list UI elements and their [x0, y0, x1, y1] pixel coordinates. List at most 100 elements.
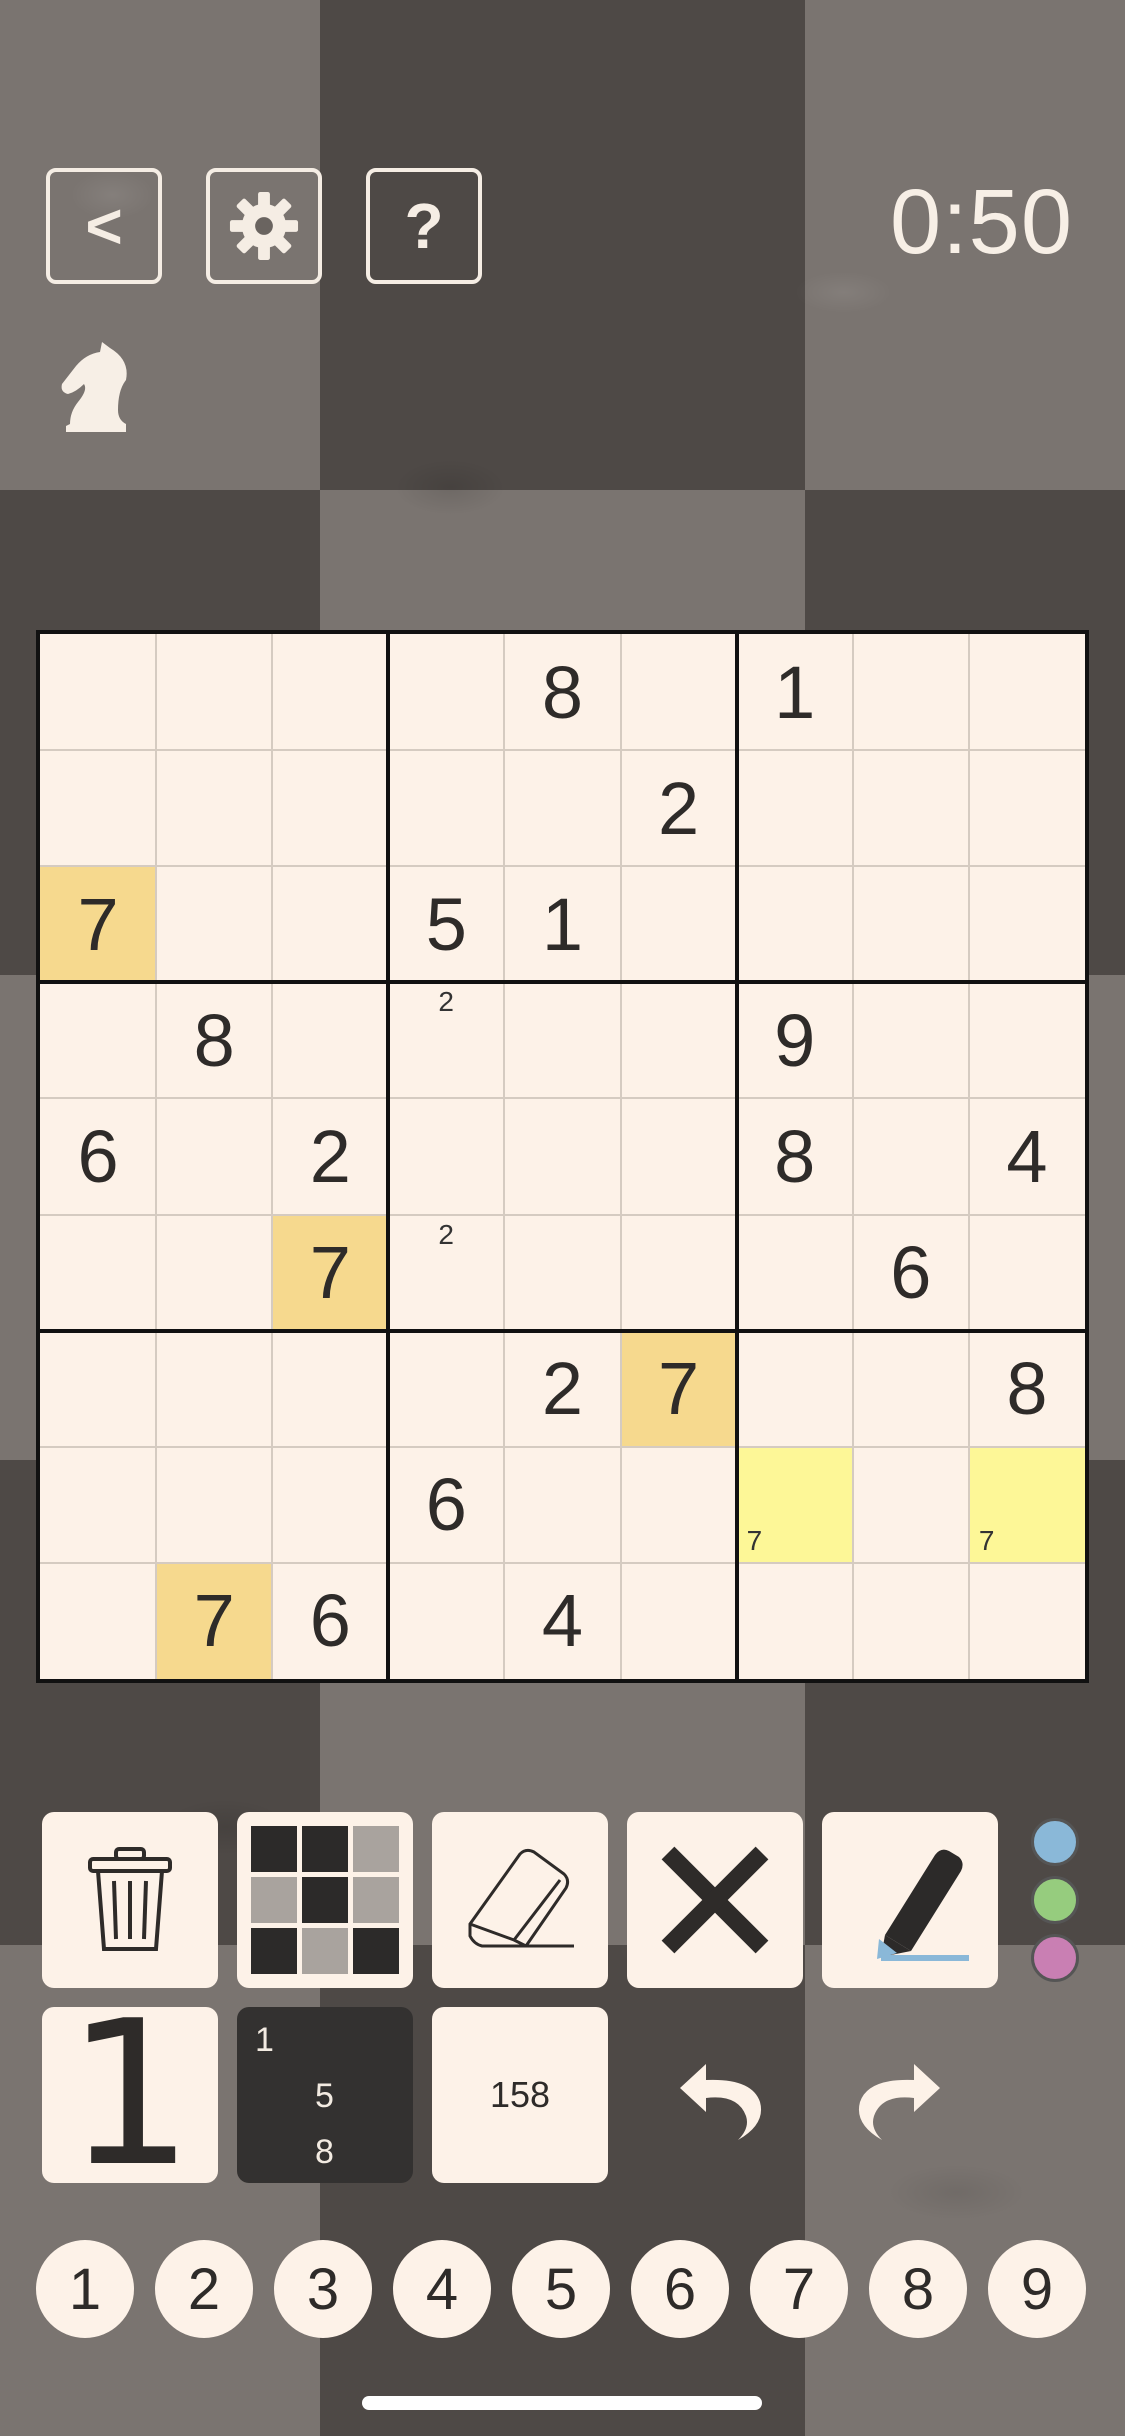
cell-r9-c1[interactable] [40, 1563, 156, 1679]
key-9[interactable]: 9 [988, 2240, 1086, 2338]
key-1[interactable]: 1 [36, 2240, 134, 2338]
cell-r2-c3[interactable] [272, 750, 388, 866]
cell-r1-c2[interactable] [156, 634, 272, 750]
cell-r2-c8[interactable] [853, 750, 969, 866]
cell-r6-c6[interactable] [621, 1215, 737, 1331]
cell-r3-c8[interactable] [853, 866, 969, 982]
help-button[interactable]: ? [366, 168, 482, 284]
cell-r7-c7[interactable] [737, 1331, 853, 1447]
cell-r4-c9[interactable] [969, 982, 1085, 1098]
cell-r3-c6[interactable] [621, 866, 737, 982]
cell-r6-c1[interactable] [40, 1215, 156, 1331]
key-8[interactable]: 8 [869, 2240, 967, 2338]
cell-r9-c7[interactable] [737, 1563, 853, 1679]
undo-button[interactable] [672, 2050, 768, 2151]
cell-r2-c9[interactable] [969, 750, 1085, 866]
cell-r7-c4[interactable] [388, 1331, 504, 1447]
cell-r5-c9[interactable]: 4 [969, 1098, 1085, 1214]
cell-r2-c2[interactable] [156, 750, 272, 866]
cell-r5-c6[interactable] [621, 1098, 737, 1214]
cell-r9-c4[interactable] [388, 1563, 504, 1679]
cell-r4-c1[interactable] [40, 982, 156, 1098]
cell-r4-c6[interactable] [621, 982, 737, 1098]
cell-r2-c1[interactable] [40, 750, 156, 866]
center-marks-mode-button[interactable]: 158 [432, 2007, 608, 2183]
cell-r1-c3[interactable] [272, 634, 388, 750]
cell-r1-c9[interactable] [969, 634, 1085, 750]
cell-r8-c1[interactable] [40, 1447, 156, 1563]
corner-marks-mode-button[interactable]: 1 5 8 [237, 2007, 413, 2183]
cell-r1-c4[interactable] [388, 634, 504, 750]
cell-r8-c8[interactable] [853, 1447, 969, 1563]
cell-r7-c6[interactable]: 7 [620, 1330, 737, 1447]
digit-mode-button[interactable]: 1 [42, 1995, 218, 2195]
color-pink-button[interactable] [1031, 1934, 1079, 1982]
cell-r8-c3[interactable] [272, 1447, 388, 1563]
cell-r5-c7[interactable]: 8 [737, 1098, 853, 1214]
cell-r8-c5[interactable] [504, 1447, 620, 1563]
cell-r5-c3[interactable]: 2 [272, 1098, 388, 1214]
cell-r9-c3[interactable]: 6 [272, 1563, 388, 1679]
settings-button[interactable] [206, 168, 322, 284]
cell-r1-c8[interactable] [853, 634, 969, 750]
cell-r3-c1[interactable]: 7 [40, 866, 157, 983]
cell-r3-c7[interactable] [737, 866, 853, 982]
cell-r7-c2[interactable] [156, 1331, 272, 1447]
cell-r6-c9[interactable] [969, 1215, 1085, 1331]
cell-r4-c3[interactable] [272, 982, 388, 1098]
key-7[interactable]: 7 [750, 2240, 848, 2338]
key-5[interactable]: 5 [512, 2240, 610, 2338]
cell-r8-c9[interactable]: 7 [968, 1446, 1085, 1563]
key-4[interactable]: 4 [393, 2240, 491, 2338]
cell-r4-c8[interactable] [853, 982, 969, 1098]
key-6[interactable]: 6 [631, 2240, 729, 2338]
key-3[interactable]: 3 [274, 2240, 372, 2338]
cell-r7-c8[interactable] [853, 1331, 969, 1447]
home-indicator[interactable] [362, 2396, 762, 2410]
key-2[interactable]: 2 [155, 2240, 253, 2338]
cell-r6-c7[interactable] [737, 1215, 853, 1331]
cell-r3-c9[interactable] [969, 866, 1085, 982]
cell-r5-c1[interactable]: 6 [40, 1098, 156, 1214]
cell-r3-c3[interactable] [272, 866, 388, 982]
pen-mode-button[interactable] [822, 1812, 998, 1988]
cell-r7-c9[interactable]: 8 [969, 1331, 1085, 1447]
cell-r8-c7[interactable]: 7 [736, 1446, 853, 1563]
eraser-button[interactable] [432, 1812, 608, 1988]
cell-r3-c2[interactable] [156, 866, 272, 982]
cell-r6-c5[interactable] [504, 1215, 620, 1331]
color-blue-button[interactable] [1031, 1818, 1079, 1866]
cell-r1-c1[interactable] [40, 634, 156, 750]
cell-r5-c2[interactable] [156, 1098, 272, 1214]
cell-r4-c4[interactable]: 2 [388, 982, 504, 1098]
cell-r2-c4[interactable] [388, 750, 504, 866]
cell-r2-c7[interactable] [737, 750, 853, 866]
cell-r8-c6[interactable] [621, 1447, 737, 1563]
cell-r5-c5[interactable] [504, 1098, 620, 1214]
cell-r6-c3[interactable]: 7 [272, 1214, 389, 1331]
color-green-button[interactable] [1031, 1876, 1079, 1924]
cell-r7-c1[interactable] [40, 1331, 156, 1447]
cell-r1-c5[interactable]: 8 [504, 634, 620, 750]
cell-r7-c5[interactable]: 2 [504, 1331, 620, 1447]
delete-button[interactable] [42, 1812, 218, 1988]
cell-r9-c9[interactable] [969, 1563, 1085, 1679]
cell-r4-c2[interactable]: 8 [156, 982, 272, 1098]
cell-r8-c4[interactable]: 6 [388, 1447, 504, 1563]
cell-r8-c2[interactable] [156, 1447, 272, 1563]
cell-r2-c5[interactable] [504, 750, 620, 866]
cell-r9-c2[interactable]: 7 [156, 1562, 273, 1679]
cross-mark-button[interactable] [627, 1812, 803, 1988]
cell-r1-c6[interactable] [621, 634, 737, 750]
cell-r7-c3[interactable] [272, 1331, 388, 1447]
knight-mode-button[interactable] [56, 340, 136, 441]
redo-button[interactable] [852, 2050, 948, 2151]
cell-r9-c5[interactable]: 4 [504, 1563, 620, 1679]
cell-r9-c6[interactable] [621, 1563, 737, 1679]
cell-r6-c8[interactable]: 6 [853, 1215, 969, 1331]
cell-r6-c2[interactable] [156, 1215, 272, 1331]
cell-r4-c7[interactable]: 9 [737, 982, 853, 1098]
cell-r6-c4[interactable]: 2 [388, 1215, 504, 1331]
color-fill-mode-button[interactable] [237, 1812, 413, 1988]
back-button[interactable]: < [46, 168, 162, 284]
